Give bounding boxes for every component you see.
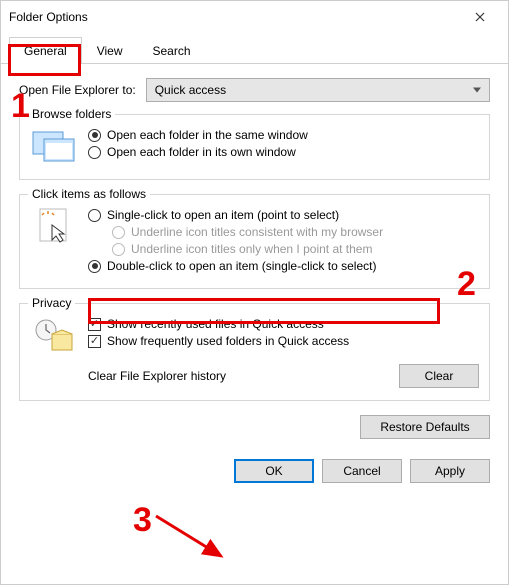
radio-icon — [112, 243, 125, 256]
opt-underline-point-label: Underline icon titles only when I point … — [131, 242, 372, 256]
annotation-num-3: 3 — [133, 501, 152, 540]
group-browse-folders: Browse folders Open each folder in the s… — [19, 114, 490, 180]
opt-underline-browser: Underline icon titles consistent with my… — [112, 225, 479, 239]
group-click-items: Click items as follows Single-click to o… — [19, 194, 490, 289]
folder-options-window: Folder Options General View Search Open … — [0, 0, 509, 585]
window-title: Folder Options — [9, 10, 460, 24]
tab-general[interactable]: General — [9, 37, 82, 64]
restore-defaults-button[interactable]: Restore Defaults — [360, 415, 490, 439]
titlebar: Folder Options — [1, 1, 508, 33]
opt-single-click[interactable]: Single-click to open an item (point to s… — [88, 208, 479, 222]
tab-view[interactable]: View — [82, 37, 138, 64]
chk-frequent-folders[interactable]: Show frequently used folders in Quick ac… — [88, 334, 479, 348]
chk-recent-files-label: Show recently used files in Quick access — [107, 317, 324, 331]
ok-button[interactable]: OK — [234, 459, 314, 483]
opt-underline-browser-label: Underline icon titles consistent with my… — [131, 225, 383, 239]
group-title-click: Click items as follows — [28, 187, 150, 201]
chk-recent-files[interactable]: Show recently used files in Quick access — [88, 317, 479, 331]
open-explorer-label: Open File Explorer to: — [19, 83, 136, 97]
checkbox-icon — [88, 335, 101, 348]
clear-history-label: Clear File Explorer history — [88, 369, 399, 383]
close-button[interactable] — [460, 1, 500, 33]
group-privacy: Privacy Show recently used files in Quic… — [19, 303, 490, 401]
annotation-arrow-icon — [141, 501, 241, 571]
tabs: General View Search — [1, 37, 508, 64]
click-items-icon — [30, 205, 78, 247]
dialog-buttons: OK Cancel Apply — [1, 449, 508, 497]
radio-icon — [88, 260, 101, 273]
open-explorer-dropdown[interactable]: Quick access — [146, 78, 490, 102]
browse-folders-icon — [30, 125, 78, 167]
radio-icon — [88, 129, 101, 142]
group-title-privacy: Privacy — [28, 296, 75, 310]
opt-same-window[interactable]: Open each folder in the same window — [88, 128, 479, 142]
opt-double-click[interactable]: Double-click to open an item (single-cli… — [88, 259, 479, 273]
opt-underline-point: Underline icon titles only when I point … — [112, 242, 479, 256]
opt-own-window-label: Open each folder in its own window — [107, 145, 296, 159]
radio-icon — [88, 209, 101, 222]
chk-frequent-folders-label: Show frequently used folders in Quick ac… — [107, 334, 349, 348]
content: Open File Explorer to: Quick access Brow… — [1, 64, 508, 449]
opt-own-window[interactable]: Open each folder in its own window — [88, 145, 479, 159]
close-icon — [475, 9, 485, 25]
clear-history-row: Clear File Explorer history Clear — [30, 364, 479, 388]
cancel-button[interactable]: Cancel — [322, 459, 402, 483]
radio-icon — [88, 146, 101, 159]
open-explorer-row: Open File Explorer to: Quick access — [19, 78, 490, 102]
restore-row: Restore Defaults — [19, 415, 490, 439]
privacy-icon — [30, 314, 78, 356]
tab-search[interactable]: Search — [138, 37, 206, 64]
radio-icon — [112, 226, 125, 239]
group-title-browse: Browse folders — [28, 107, 115, 121]
opt-single-click-label: Single-click to open an item (point to s… — [107, 208, 339, 222]
checkbox-icon — [88, 318, 101, 331]
opt-double-click-label: Double-click to open an item (single-cli… — [107, 259, 376, 273]
opt-same-window-label: Open each folder in the same window — [107, 128, 308, 142]
apply-button[interactable]: Apply — [410, 459, 490, 483]
dropdown-value: Quick access — [155, 83, 226, 97]
clear-button[interactable]: Clear — [399, 364, 479, 388]
